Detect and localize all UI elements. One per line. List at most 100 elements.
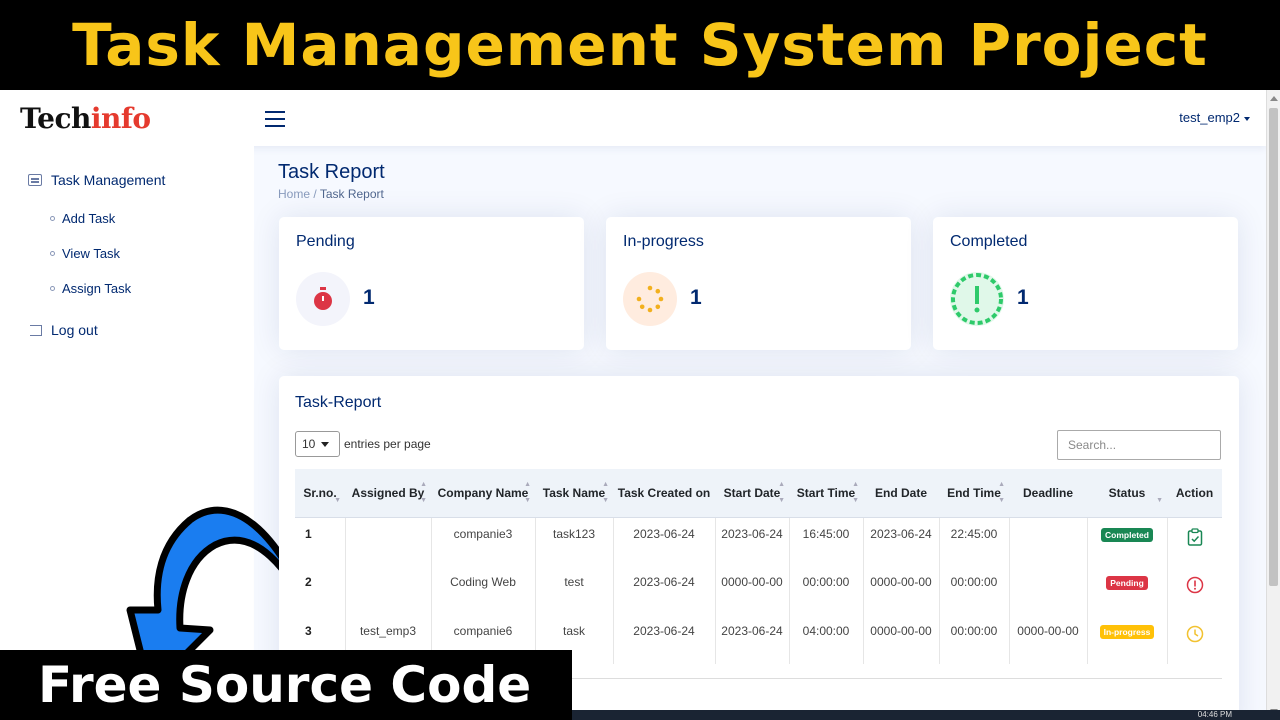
entries-label: entries per page [344,437,431,451]
cell-start-date: 0000-00-00 [714,566,789,615]
clock-icon[interactable] [1186,625,1204,648]
table-row: 1 companie3 task123 2023-06-24 2023-06-2… [295,517,1222,566]
column-header-task-created-on[interactable]: Task Created on [613,469,715,518]
sidebar-heading-label: Task Management [51,172,166,188]
pending-card: Pending 1 [279,217,584,350]
cell-end-date: 0000-00-00 [862,566,939,615]
cell-end-time: 22:45:00 [938,517,1009,566]
card-label: Completed [950,233,1028,250]
os-taskbar [572,710,1280,720]
card-label: Pending [296,233,355,250]
user-dropdown[interactable]: test_emp2 [1179,110,1250,125]
breadcrumb-current: Task Report [319,187,384,201]
logout-link[interactable]: Log out [30,322,98,338]
exclamation-circle-icon[interactable] [1186,576,1204,599]
cell-company: Coding Web [430,566,535,615]
card-count: 1 [690,286,702,309]
sidebar-item-add-task[interactable]: Add Task [50,211,115,226]
sidebar-item-assign-task[interactable]: Assign Task [50,281,131,296]
cell-assigned-by [344,566,431,615]
column-header-status[interactable]: Status ▼ [1087,469,1167,518]
sidebar-item-view-task[interactable]: View Task [50,246,120,261]
clipboard-check-icon[interactable] [1187,527,1203,551]
status-badge: Pending [1106,576,1148,590]
entries-per-page-select[interactable]: 10 [295,431,340,457]
sidebar-item-task-management[interactable]: Task Management [28,172,165,188]
cell-assigned-by [344,517,431,566]
card-count: 1 [1017,286,1029,309]
circle-icon [50,286,55,291]
list-icon [28,174,42,186]
card-count: 1 [363,286,375,309]
taskbar-clock: 04:46 PM [1197,710,1232,719]
table-header-row: Sr.no. ▼ Assigned By ▲ ▼ Company Name ▲ ▼ Tas… [295,469,1222,518]
card-label: In-progress [623,233,704,250]
logout-icon [30,324,42,336]
cell-end-date: 0000-00-00 [862,615,939,664]
cell-start-time: 00:00:00 [788,566,863,615]
column-header-task-name[interactable]: Task Name ▲ ▼ [535,469,613,518]
column-header-start-time[interactable]: Start Time ▲ ▼ [789,469,863,518]
exclamation-circle-icon [950,272,1004,326]
circle-icon [50,216,55,221]
in-progress-card: In-progress 1 [606,217,911,350]
cell-status: Completed [1086,517,1167,566]
scroll-up-icon[interactable] [1270,96,1278,101]
breadcrumb-home[interactable]: Home [278,187,310,201]
video-banner: Task Management System Project [0,0,1280,90]
cell-end-date: 2023-06-24 [862,517,939,566]
column-header-sr-no[interactable]: Sr.no. ▼ [295,469,345,518]
topbar: Techinfo test_emp2 [0,90,1266,146]
cell-start-time: 16:45:00 [788,517,863,566]
column-header-end-date[interactable]: End Date [863,469,939,518]
cell-end-time: 00:00:00 [938,615,1009,664]
cell-start-date: 2023-06-24 [714,517,789,566]
column-header-company-name[interactable]: Company Name ▲ ▼ [431,469,535,518]
cell-task: task123 [534,517,613,566]
loading-dots-icon [623,272,677,326]
sidebar-item-label: View Task [62,246,121,261]
breadcrumb: Home / Task Report [278,187,384,201]
cell-action [1166,615,1222,664]
cell-created: 2023-06-24 [612,615,715,664]
cell-created: 2023-06-24 [612,517,715,566]
page-scrollbar[interactable] [1266,90,1280,720]
report-title: Task-Report [295,394,382,411]
cell-deadline: 0000-00-00 [1008,615,1087,664]
column-header-start-date[interactable]: Start Date ▲ ▼ [715,469,789,518]
status-badge: In-progress [1099,625,1155,639]
cell-start-date: 2023-06-24 [714,615,789,664]
entries-value: 10 [302,437,316,451]
logo[interactable]: Techinfo [20,102,151,135]
breadcrumb-separator: / [313,187,317,201]
logo-text-dark: Tech [20,102,91,135]
column-header-deadline[interactable]: Deadline [1009,469,1087,518]
cell-action [1166,566,1222,615]
column-header-end-time[interactable]: End Time ▲ ▼ [939,469,1009,518]
stopwatch-icon [296,272,350,326]
menu-toggle-icon[interactable] [265,111,285,127]
banner-title: Task Management System Project [72,11,1208,79]
cell-task: test [534,566,613,615]
cell-sr-no: 2 [305,575,312,589]
cell-created: 2023-06-24 [612,566,715,615]
page-title: Task Report [278,161,385,183]
scroll-thumb[interactable] [1269,108,1278,586]
circle-icon [50,251,55,256]
logout-label: Log out [51,322,98,338]
cell-end-time: 00:00:00 [938,566,1009,615]
sidebar-item-label: Add Task [62,211,116,226]
app-window: Techinfo test_emp2 Task Management Add T… [0,90,1266,720]
cell-status: Pending [1086,566,1167,615]
cell-deadline [1008,517,1087,566]
entries-control: 10 entries per page [295,431,431,457]
cell-company: companie3 [430,517,535,566]
search-input[interactable]: Search... [1057,430,1221,460]
column-header-action: Action [1167,469,1222,518]
status-badge: Completed [1101,527,1153,542]
column-header-assigned-by[interactable]: Assigned By ▲ ▼ [345,469,431,518]
logo-text-red: info [90,102,151,135]
cell-sr-no: 1 [305,526,312,541]
cell-action [1166,517,1222,566]
table-row: 2 Coding Web test 2023-06-24 0000-00-00 … [295,566,1222,615]
